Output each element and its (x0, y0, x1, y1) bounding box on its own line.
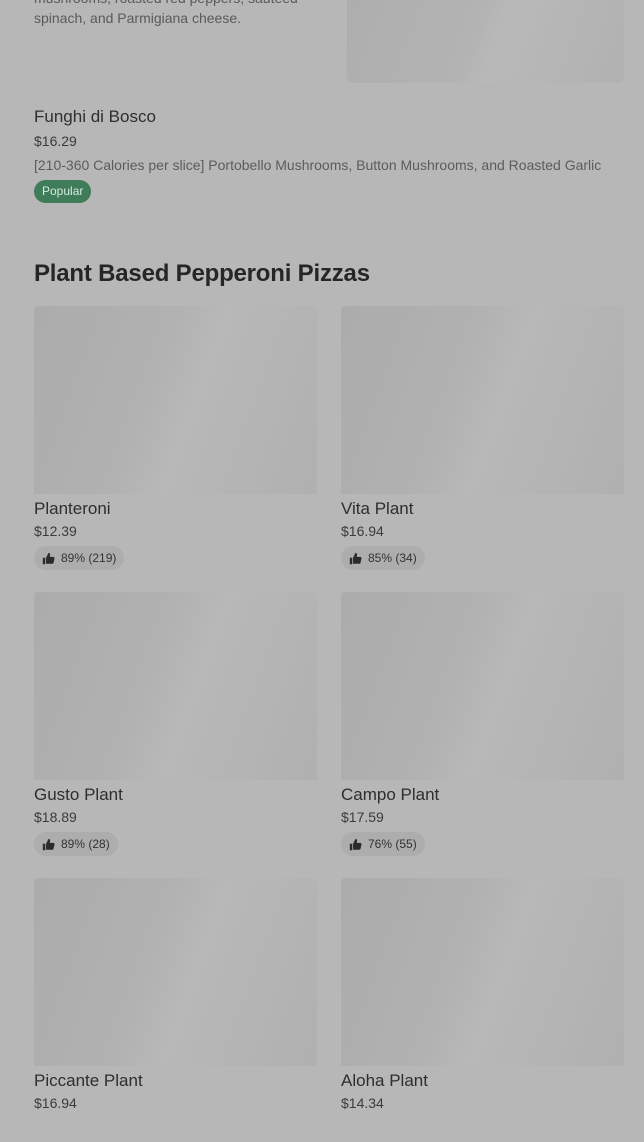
item-image (341, 878, 624, 1066)
item-image (341, 592, 624, 780)
item-image (341, 306, 624, 494)
menu-item-partial[interactable]: mushrooms, roasted red peppers, sauteed … (0, 0, 644, 90)
item-price: $17.59 (341, 809, 384, 825)
item-name: Planteroni (34, 499, 111, 518)
rating-text: 76% (55) (368, 837, 417, 851)
section-title: Plant Based Pepperoni Pizzas (34, 260, 370, 287)
rating-text: 89% (28) (61, 837, 110, 851)
rating-text: 89% (219) (61, 551, 117, 565)
item-image (34, 592, 317, 780)
item-price: $18.89 (34, 809, 77, 825)
rating-badge: 85% (34) (341, 546, 425, 570)
menu-item-card[interactable]: Aloha Plant $14.34 (341, 878, 624, 1142)
item-name: Campo Plant (341, 785, 440, 804)
thumbs-up-icon (42, 838, 55, 850)
thumbs-up-icon (42, 552, 55, 564)
item-image (34, 306, 317, 494)
item-name: Piccante Plant (34, 1071, 143, 1090)
rating-text: 85% (34) (368, 551, 417, 565)
menu-item-card[interactable]: Planteroni $12.39 89% (219) (34, 306, 317, 570)
item-price: $16.29 (34, 133, 77, 149)
popular-badge: Popular (34, 180, 92, 203)
item-name: Funghi di Bosco (34, 107, 156, 126)
item-price: $16.94 (341, 523, 384, 539)
thumbs-up-icon (349, 552, 362, 564)
item-name: Aloha Plant (341, 1071, 428, 1090)
menu-item-card[interactable]: Vita Plant $16.94 85% (34) (341, 306, 624, 570)
rating-badge: 89% (219) (34, 546, 125, 570)
item-image (34, 878, 317, 1066)
menu-page: mushrooms, roasted red peppers, sauteed … (0, 0, 644, 1111)
menu-item-funghi-di-bosco[interactable]: Funghi di Bosco $16.29 [210-360 Calories… (34, 106, 634, 203)
thumbs-up-icon (349, 838, 362, 850)
rating-badge: 89% (28) (34, 832, 118, 856)
menu-item-card[interactable]: Gusto Plant $18.89 89% (28) (34, 592, 317, 856)
item-price: $14.34 (341, 1095, 384, 1111)
rating-badge: 76% (55) (341, 832, 425, 856)
menu-item-grid: Planteroni $12.39 89% (219) Vita Plant $… (34, 306, 624, 1142)
item-description: mushrooms, roasted red peppers, sauteed … (34, 0, 298, 26)
item-name: Gusto Plant (34, 785, 123, 804)
item-description: [210-360 Calories per slice] Portobello … (34, 157, 602, 173)
item-price: $16.94 (34, 1095, 77, 1111)
item-image (347, 0, 624, 83)
item-name: Vita Plant (341, 499, 414, 518)
menu-item-card[interactable]: Piccante Plant $16.94 (34, 878, 317, 1142)
item-price: $12.39 (34, 523, 77, 539)
menu-item-card[interactable]: Campo Plant $17.59 76% (55) (341, 592, 624, 856)
